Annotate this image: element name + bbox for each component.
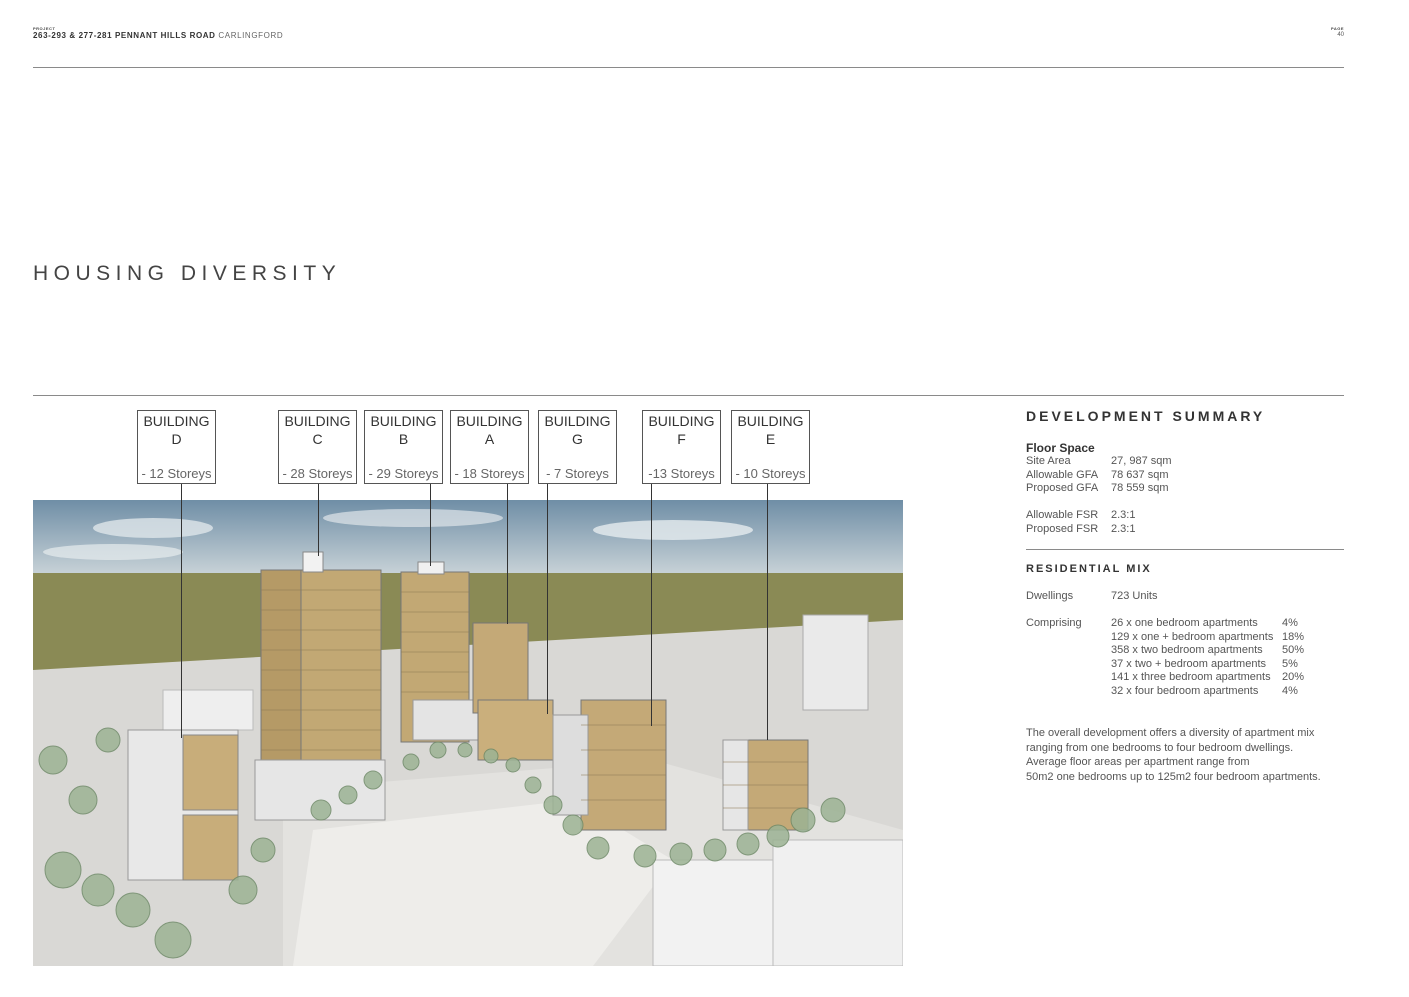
description-line: ranging from one bedrooms to four bedroo… (1026, 741, 1294, 754)
mix-item-text: 32 x four bedroom apartments (1111, 685, 1259, 697)
summary-divider (1026, 549, 1344, 550)
building-name: BUILDING (284, 413, 351, 429)
mix-item-text: 26 x one bedroom apartments (1111, 617, 1258, 629)
project-address-street: 263-293 & 277-281 PENNANT HILLS ROAD (33, 31, 216, 40)
floor-space-heading: Floor Space (1026, 441, 1095, 455)
summary-description: The overall development offers a diversi… (1026, 726, 1356, 784)
building-storeys: - 18 Storeys (454, 466, 525, 481)
mix-item-text: 141 x three bedroom apartments (1111, 671, 1271, 683)
proposed-gfa-label: Proposed GFA (1026, 482, 1099, 494)
building-storeys: - 10 Storeys (735, 466, 806, 481)
page-title: HOUSING DIVERSITY (33, 262, 342, 285)
building-b-leader-line (430, 484, 431, 566)
allowable-gfa-value: 78 637 sqm (1111, 469, 1169, 481)
building-letter: A (484, 431, 495, 447)
allowable-fsr-value: 2.3:1 (1111, 509, 1136, 521)
site-area-value: 27, 987 sqm (1111, 455, 1172, 467)
building-b-label: BUILDING B - 29 Storeys (364, 410, 443, 484)
mix-item-pct: 18% (1282, 631, 1305, 643)
residential-mix-heading: RESIDENTIAL MIX (1026, 563, 1152, 575)
building-name: BUILDING (648, 413, 715, 429)
allowable-fsr-label: Allowable FSR (1026, 509, 1099, 521)
project-address: 263-293 & 277-281 PENNANT HILLS ROAD CAR… (33, 31, 283, 40)
building-name: BUILDING (737, 413, 804, 429)
building-e-leader-line (767, 484, 768, 740)
dwellings-value: 723 Units (1111, 590, 1158, 602)
building-storeys: - 12 Storeys (141, 466, 212, 481)
building-name: BUILDING (370, 413, 437, 429)
proposed-fsr-value: 2.3:1 (1111, 523, 1136, 535)
site-area-label: Site Area (1026, 455, 1071, 467)
project-locality: CARLINGFORD (218, 31, 284, 40)
building-g-leader-line (547, 484, 548, 714)
building-letter: B (398, 431, 409, 447)
building-name: BUILDING (143, 413, 210, 429)
mix-item-text: 129 x one + bedroom apartments (1111, 631, 1274, 643)
building-letter: C (312, 431, 323, 447)
building-storeys: - 28 Storeys (282, 466, 353, 481)
building-d-label: BUILDING D - 12 Storeys (137, 410, 216, 484)
description-line: 50m2 one bedrooms up to 125m2 four bedro… (1026, 770, 1321, 783)
building-letter: D (171, 431, 182, 447)
comprising-label: Comprising (1026, 617, 1082, 629)
dwellings-label: Dwellings (1026, 590, 1074, 602)
proposed-gfa-value: 78 559 sqm (1111, 482, 1169, 494)
building-d-leader-line (181, 484, 182, 738)
section-divider (33, 395, 1344, 396)
header-divider (33, 67, 1344, 68)
proposed-fsr-label: Proposed FSR (1026, 523, 1099, 535)
building-c-leader-line (318, 484, 319, 556)
building-storeys: -13 Storeys (648, 466, 715, 481)
development-render-image (33, 500, 903, 966)
development-summary-heading: DEVELOPMENT SUMMARY (1026, 408, 1266, 424)
mix-item-pct: 4% (1282, 685, 1298, 697)
building-f-label: BUILDING F -13 Storeys (642, 410, 721, 484)
building-letter: G (572, 431, 583, 447)
description-line: The overall development offers a diversi… (1026, 727, 1315, 739)
mix-item-text: 37 x two + bedroom apartments (1111, 658, 1266, 670)
page-number: 40 (1337, 32, 1344, 38)
building-c-label: BUILDING C - 28 Storeys (278, 410, 357, 484)
mix-item-pct: 4% (1282, 617, 1298, 629)
allowable-gfa-label: Allowable GFA (1026, 469, 1099, 481)
mix-item-text: 358 x two bedroom apartments (1111, 644, 1263, 656)
page-label: PAGE (1330, 26, 1344, 31)
building-name: BUILDING (544, 413, 611, 429)
building-g-label: BUILDING G - 7 Storeys (538, 410, 617, 484)
building-e-label: BUILDING E - 10 Storeys (731, 410, 810, 484)
building-storeys: - 29 Storeys (368, 466, 439, 481)
building-letter: F (677, 431, 686, 447)
building-storeys: - 7 Storeys (546, 466, 609, 481)
building-name: BUILDING (456, 413, 523, 429)
building-a-label: BUILDING A - 18 Storeys (450, 410, 529, 484)
description-line: Average floor areas per apartment range … (1026, 756, 1250, 768)
building-f-leader-line (651, 484, 652, 726)
mix-item-pct: 50% (1282, 644, 1305, 656)
building-a-leader-line (507, 484, 508, 624)
mix-item-pct: 5% (1282, 658, 1298, 670)
mix-item-pct: 20% (1282, 671, 1305, 683)
building-letter: E (765, 431, 776, 447)
